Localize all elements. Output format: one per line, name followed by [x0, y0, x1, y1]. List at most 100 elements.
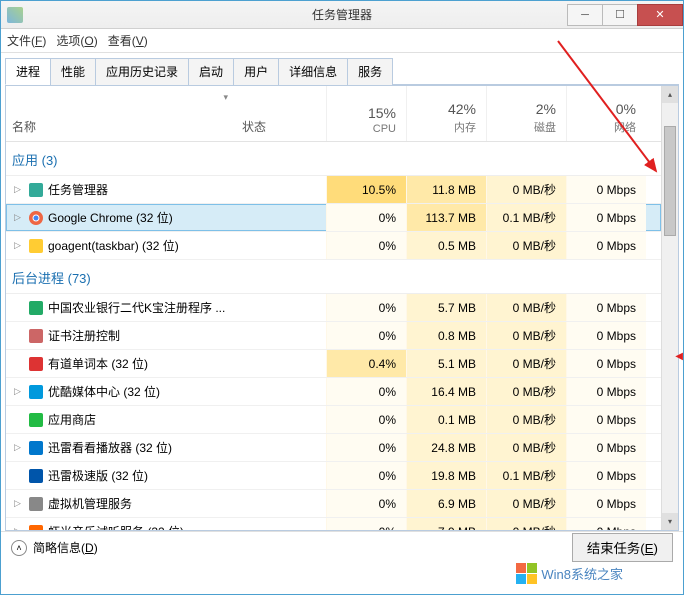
col-memory[interactable]: 42%内存	[406, 86, 486, 141]
process-icon	[28, 210, 44, 226]
col-name[interactable]: 名称 ▾	[6, 86, 236, 141]
mem-value: 6.9 MB	[406, 490, 486, 517]
column-headers: 名称 ▾ 状态 15%CPU 42%内存 2%磁盘 0%网络	[6, 86, 661, 142]
watermark: Win8系统之家	[516, 563, 623, 584]
disk-value: 0 MB/秒	[486, 232, 566, 259]
col-status[interactable]: 状态	[236, 86, 326, 141]
process-icon	[28, 524, 44, 531]
process-name: goagent(taskbar) (32 位)	[48, 237, 179, 254]
tab-0[interactable]: 进程	[5, 58, 51, 85]
process-table: 名称 ▾ 状态 15%CPU 42%内存 2%磁盘 0%网络 应用 (3)▷任务…	[5, 85, 679, 531]
net-value: 0 Mbps	[566, 490, 646, 517]
process-name: 证书注册控制	[48, 327, 120, 344]
process-row[interactable]: ▷优酷媒体中心 (32 位)0%16.4 MB0 MB/秒0 Mbps	[6, 378, 661, 406]
maximize-button[interactable]: ☐	[602, 4, 638, 26]
mem-value: 16.4 MB	[406, 378, 486, 405]
disk-value: 0 MB/秒	[486, 322, 566, 349]
net-value: 0 Mbps	[566, 350, 646, 377]
process-row[interactable]: ▷中国农业银行二代K宝注册程序 ...0%5.7 MB0 MB/秒0 Mbps	[6, 294, 661, 322]
cpu-value: 0%	[326, 462, 406, 489]
expand-icon[interactable]: ▷	[14, 386, 24, 397]
expand-icon[interactable]: ▷	[14, 498, 24, 509]
process-row[interactable]: ▷虚拟机管理服务0%6.9 MB0 MB/秒0 Mbps	[6, 490, 661, 518]
mem-value: 0.8 MB	[406, 322, 486, 349]
collapse-icon[interactable]: ˄	[11, 540, 27, 556]
process-name: 迅雷看看播放器 (32 位)	[48, 439, 172, 456]
process-rows: 应用 (3)▷任务管理器10.5%11.8 MB0 MB/秒0 Mbps▷Goo…	[6, 142, 661, 530]
process-row[interactable]: ▷证书注册控制0%0.8 MB0 MB/秒0 Mbps	[6, 322, 661, 350]
tab-2[interactable]: 应用历史记录	[95, 58, 189, 85]
disk-value: 0 MB/秒	[486, 294, 566, 321]
scroll-thumb[interactable]	[664, 126, 676, 236]
tab-4[interactable]: 用户	[233, 58, 279, 85]
expand-icon[interactable]: ▷	[14, 526, 24, 530]
disk-value: 0 MB/秒	[486, 406, 566, 433]
menu-options[interactable]: 选项(O)	[56, 32, 97, 49]
disk-value: 0 MB/秒	[486, 378, 566, 405]
brief-info-link[interactable]: 简略信息(D)	[33, 539, 98, 556]
col-cpu[interactable]: 15%CPU	[326, 86, 406, 141]
process-name: 迅雷极速版 (32 位)	[48, 467, 148, 484]
process-row[interactable]: ▷应用商店0%0.1 MB0 MB/秒0 Mbps	[6, 406, 661, 434]
net-value: 0 Mbps	[566, 322, 646, 349]
process-row[interactable]: ▷任务管理器10.5%11.8 MB0 MB/秒0 Mbps	[6, 176, 661, 204]
cpu-value: 0%	[326, 232, 406, 259]
expand-icon[interactable]: ▷	[14, 240, 24, 251]
process-row[interactable]: ▷虾米音乐试听服务 (32 位)0%7.9 MB0 MB/秒0 Mbps	[6, 518, 661, 530]
tab-6[interactable]: 服务	[347, 58, 393, 85]
col-network[interactable]: 0%网络	[566, 86, 646, 141]
tab-3[interactable]: 启动	[188, 58, 234, 85]
chevron-down-icon: ▾	[223, 92, 228, 103]
process-row[interactable]: ▷有道单词本 (32 位)0.4%5.1 MB0 MB/秒0 Mbps	[6, 350, 661, 378]
tab-5[interactable]: 详细信息	[278, 58, 348, 85]
group-header: 应用 (3)	[6, 142, 661, 176]
process-name: 中国农业银行二代K宝注册程序 ...	[48, 299, 225, 316]
disk-value: 0 MB/秒	[486, 490, 566, 517]
process-name: 有道单词本 (32 位)	[48, 355, 148, 372]
mem-value: 11.8 MB	[406, 176, 486, 203]
disk-value: 0 MB/秒	[486, 350, 566, 377]
mem-value: 7.9 MB	[406, 518, 486, 530]
expand-icon[interactable]: ▷	[14, 442, 24, 453]
menu-view[interactable]: 查看(V)	[108, 32, 148, 49]
cpu-value: 0%	[326, 518, 406, 530]
cpu-value: 0%	[326, 204, 406, 231]
process-icon	[28, 468, 44, 484]
mem-value: 24.8 MB	[406, 434, 486, 461]
col-disk[interactable]: 2%磁盘	[486, 86, 566, 141]
process-row[interactable]: ▷goagent(taskbar) (32 位)0%0.5 MB0 MB/秒0 …	[6, 232, 661, 260]
end-task-button[interactable]: 结束任务(E)	[572, 533, 673, 562]
minimize-button[interactable]: ─	[567, 4, 603, 26]
process-icon	[28, 384, 44, 400]
expand-icon[interactable]: ▷	[14, 212, 24, 223]
scroll-down-button[interactable]: ▾	[662, 513, 678, 530]
titlebar: 任务管理器 ─ ☐ ✕	[1, 1, 683, 29]
process-icon	[28, 238, 44, 254]
net-value: 0 Mbps	[566, 294, 646, 321]
cpu-value: 0%	[326, 294, 406, 321]
tab-1[interactable]: 性能	[50, 58, 96, 85]
menu-file[interactable]: 文件(F)	[7, 32, 46, 49]
mem-value: 113.7 MB	[406, 204, 486, 231]
process-row[interactable]: ▷迅雷看看播放器 (32 位)0%24.8 MB0 MB/秒0 Mbps	[6, 434, 661, 462]
process-row[interactable]: ▷Google Chrome (32 位)0%113.7 MB0.1 MB/秒0…	[6, 204, 661, 232]
net-value: 0 Mbps	[566, 434, 646, 461]
scroll-up-button[interactable]: ▴	[662, 86, 678, 103]
cpu-value: 0.4%	[326, 350, 406, 377]
disk-value: 0.1 MB/秒	[486, 462, 566, 489]
close-button[interactable]: ✕	[637, 4, 683, 26]
expand-icon[interactable]: ▷	[14, 184, 24, 195]
cpu-value: 0%	[326, 406, 406, 433]
process-name: Google Chrome (32 位)	[48, 209, 173, 226]
cpu-value: 0%	[326, 322, 406, 349]
app-icon	[7, 7, 23, 23]
process-row[interactable]: ▷迅雷极速版 (32 位)0%19.8 MB0.1 MB/秒0 Mbps	[6, 462, 661, 490]
red-marker-icon: ◀	[675, 351, 683, 362]
net-value: 0 Mbps	[566, 406, 646, 433]
net-value: 0 Mbps	[566, 204, 646, 231]
window-title: 任务管理器	[312, 6, 372, 23]
scrollbar[interactable]: ▴ ▾	[661, 86, 678, 530]
tabs: 进程性能应用历史记录启动用户详细信息服务	[5, 57, 679, 85]
mem-value: 19.8 MB	[406, 462, 486, 489]
process-icon	[28, 300, 44, 316]
